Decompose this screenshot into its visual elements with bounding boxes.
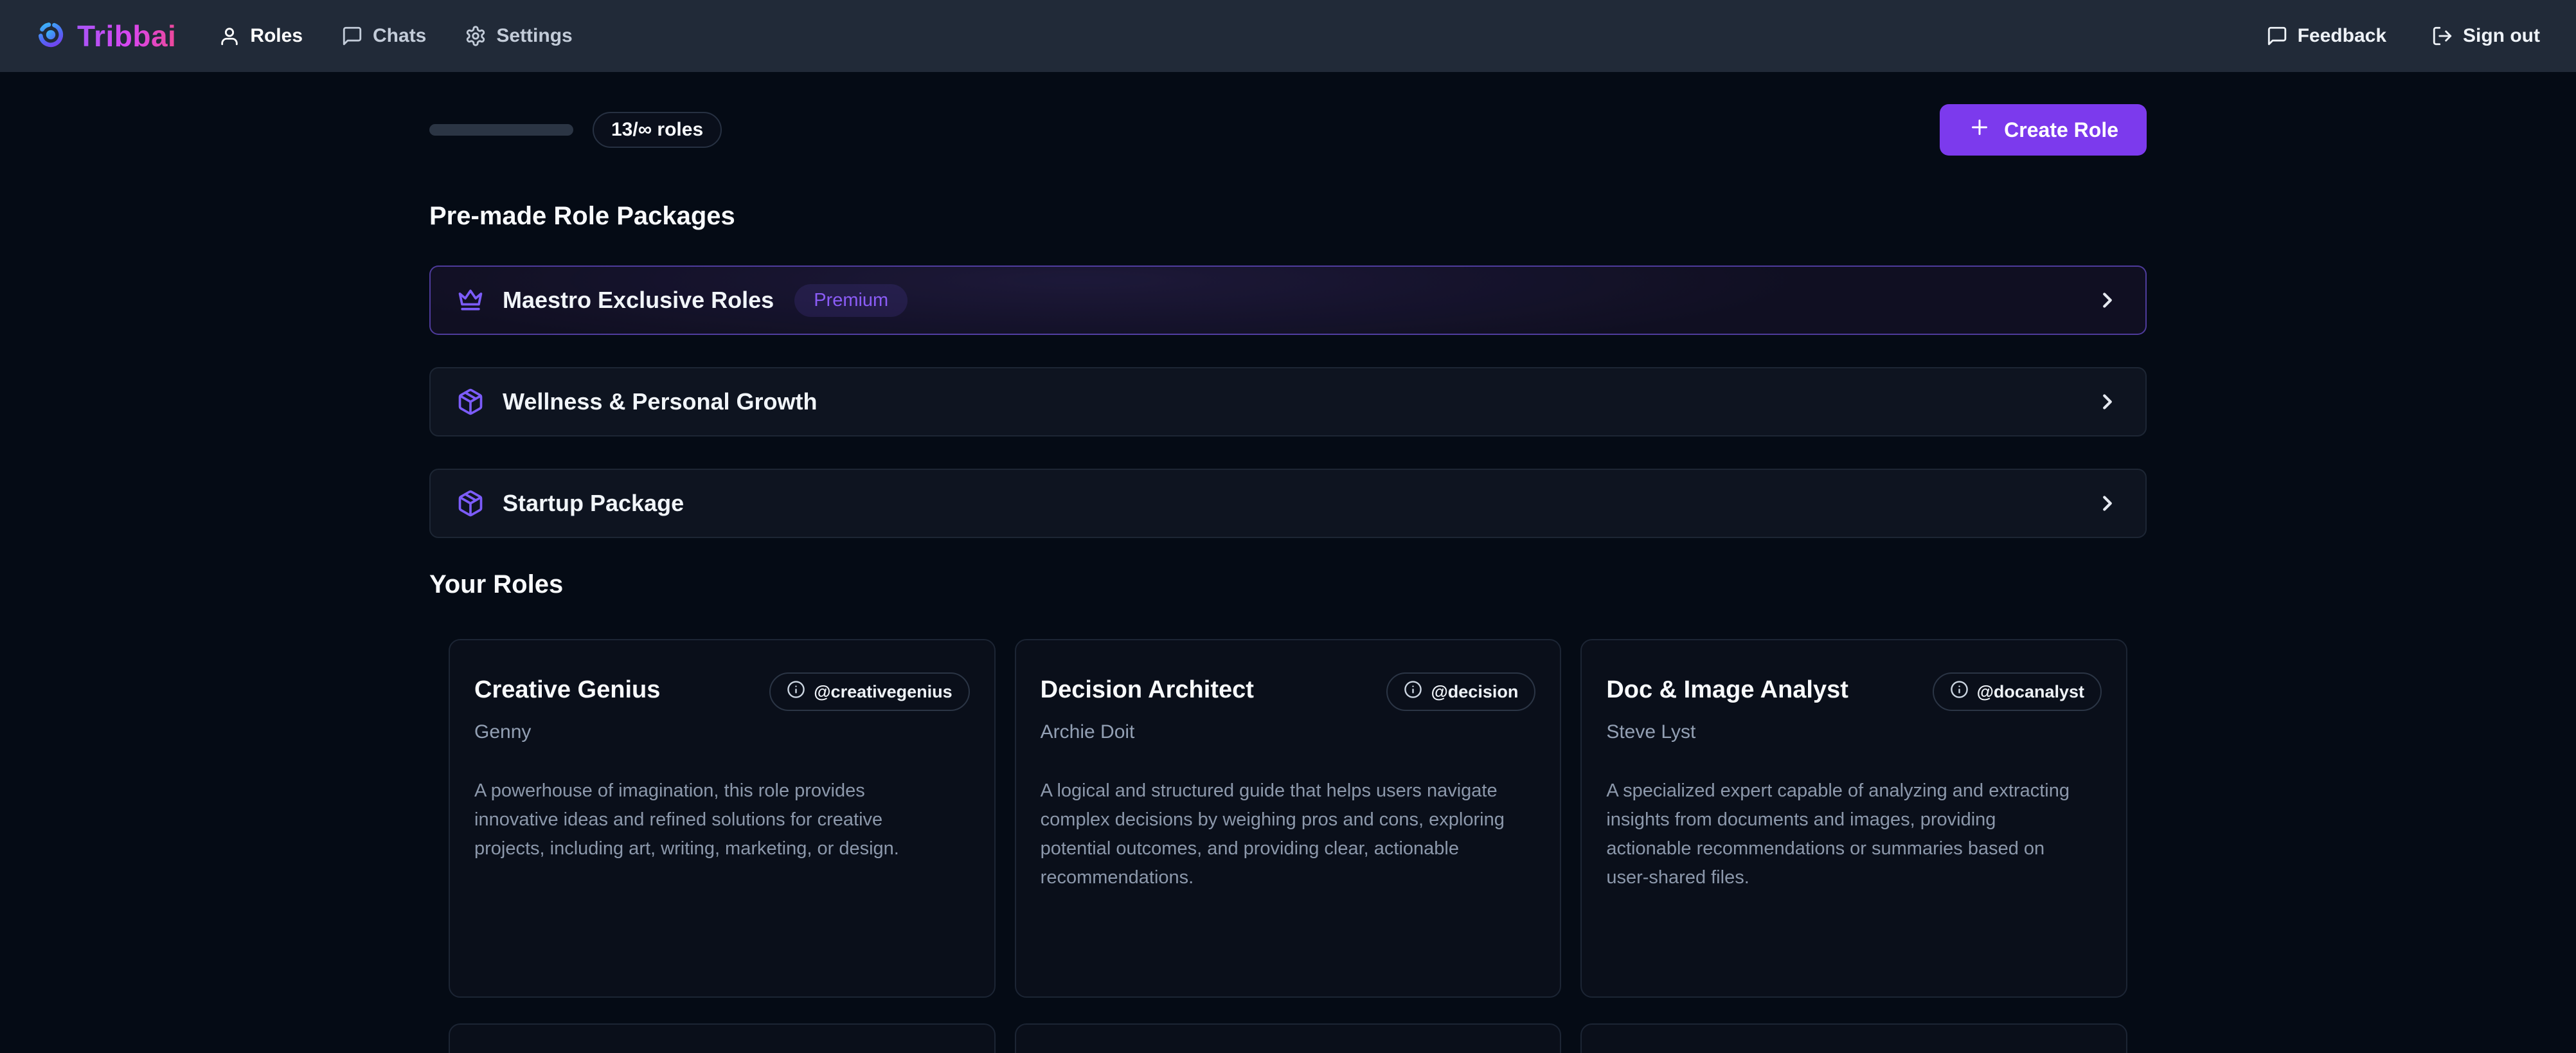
role-handle: @docanalyst xyxy=(1977,682,2084,702)
card-header: Decision Architect @decision xyxy=(1041,676,1536,711)
role-description: A logical and structured guide that help… xyxy=(1041,777,1516,892)
package-row-startup[interactable]: Startup Package xyxy=(429,469,2147,538)
feedback-icon xyxy=(2266,25,2288,47)
nav-item-label: Chats xyxy=(373,25,426,47)
premium-badge: Premium xyxy=(794,284,908,317)
package-icon xyxy=(456,489,485,518)
role-title: Doc & Image Analyst xyxy=(1606,676,1848,704)
role-card-creative-genius[interactable]: Creative Genius @creativegenius Genny A … xyxy=(449,639,996,998)
nav-item-label: Settings xyxy=(496,25,572,47)
nav-item-settings[interactable]: Settings xyxy=(465,25,572,47)
package-name: Startup Package xyxy=(503,490,684,517)
sign-out-button[interactable]: Sign out xyxy=(2431,25,2540,47)
roles-toolbar: 13/∞ roles Create Role xyxy=(429,103,2147,157)
info-icon xyxy=(1404,680,1422,703)
logout-icon xyxy=(2431,25,2453,47)
role-card-partial[interactable] xyxy=(449,1023,996,1053)
tribbai-logo-icon xyxy=(36,20,66,53)
navbar: Tribbai Roles Chats xyxy=(0,0,2576,72)
roles-count-badge: 13/∞ roles xyxy=(593,112,722,148)
message-icon xyxy=(341,25,363,47)
brand-name: Tribbai xyxy=(77,19,176,53)
feedback-button[interactable]: Feedback xyxy=(2266,25,2386,47)
sign-out-label: Sign out xyxy=(2463,25,2540,47)
chevron-right-icon xyxy=(2095,491,2120,516)
main-content: 13/∞ roles Create Role Pre-made Role Pac… xyxy=(429,103,2147,1053)
info-icon xyxy=(787,680,805,703)
package-name: Wellness & Personal Growth xyxy=(503,388,817,415)
plus-icon xyxy=(1968,116,1991,144)
role-handle-badge[interactable]: @decision xyxy=(1386,672,1535,711)
role-handle-badge[interactable]: @docanalyst xyxy=(1933,672,2102,711)
packages-section-title: Pre-made Role Packages xyxy=(429,202,2147,231)
chevron-right-icon xyxy=(2095,288,2120,312)
package-icon xyxy=(456,388,485,416)
role-cards-grid: Creative Genius @creativegenius Genny A … xyxy=(449,639,2127,1053)
create-role-button[interactable]: Create Role xyxy=(1940,104,2147,156)
role-handle: @decision xyxy=(1431,682,1518,702)
role-card-decision-architect[interactable]: Decision Architect @decision Archie Doit… xyxy=(1015,639,1562,998)
info-icon xyxy=(1950,680,1969,703)
user-icon xyxy=(219,25,240,47)
role-card-partial[interactable] xyxy=(1580,1023,2127,1053)
role-subtitle: Archie Doit xyxy=(1041,721,1536,743)
role-subtitle: Steve Lyst xyxy=(1606,721,2102,743)
chevron-right-icon xyxy=(2095,390,2120,414)
feedback-label: Feedback xyxy=(2298,25,2386,47)
create-role-label: Create Role xyxy=(2004,118,2118,142)
package-row-wellness[interactable]: Wellness & Personal Growth xyxy=(429,367,2147,437)
package-name: Maestro Exclusive Roles xyxy=(503,287,774,314)
role-subtitle: Genny xyxy=(474,721,970,743)
role-card-doc-image-analyst[interactable]: Doc & Image Analyst @docanalyst Steve Ly… xyxy=(1580,639,2127,998)
card-header: Creative Genius @creativegenius xyxy=(474,676,970,711)
roles-progress-bar xyxy=(429,124,573,136)
primary-nav: Roles Chats Settings xyxy=(219,25,572,47)
card-header: Doc & Image Analyst @docanalyst xyxy=(1606,676,2102,711)
navbar-right: Feedback Sign out xyxy=(2266,25,2540,47)
package-list: Maestro Exclusive Roles Premium Wellness… xyxy=(429,266,2147,538)
role-description: A powerhouse of imagination, this role p… xyxy=(474,777,950,863)
crown-icon xyxy=(456,286,485,314)
your-roles-section-title: Your Roles xyxy=(429,570,2147,599)
role-description: A specialized expert capable of analyzin… xyxy=(1606,777,2082,892)
role-title: Decision Architect xyxy=(1041,676,1254,704)
role-handle: @creativegenius xyxy=(814,682,952,702)
package-row-maestro[interactable]: Maestro Exclusive Roles Premium xyxy=(429,266,2147,335)
nav-item-chats[interactable]: Chats xyxy=(341,25,426,47)
role-handle-badge[interactable]: @creativegenius xyxy=(769,672,969,711)
gear-icon xyxy=(465,25,487,47)
role-title: Creative Genius xyxy=(474,676,660,704)
role-card-partial[interactable] xyxy=(1015,1023,1562,1053)
nav-item-roles[interactable]: Roles xyxy=(219,25,303,47)
brand[interactable]: Tribbai xyxy=(36,19,176,53)
nav-item-label: Roles xyxy=(250,25,303,47)
